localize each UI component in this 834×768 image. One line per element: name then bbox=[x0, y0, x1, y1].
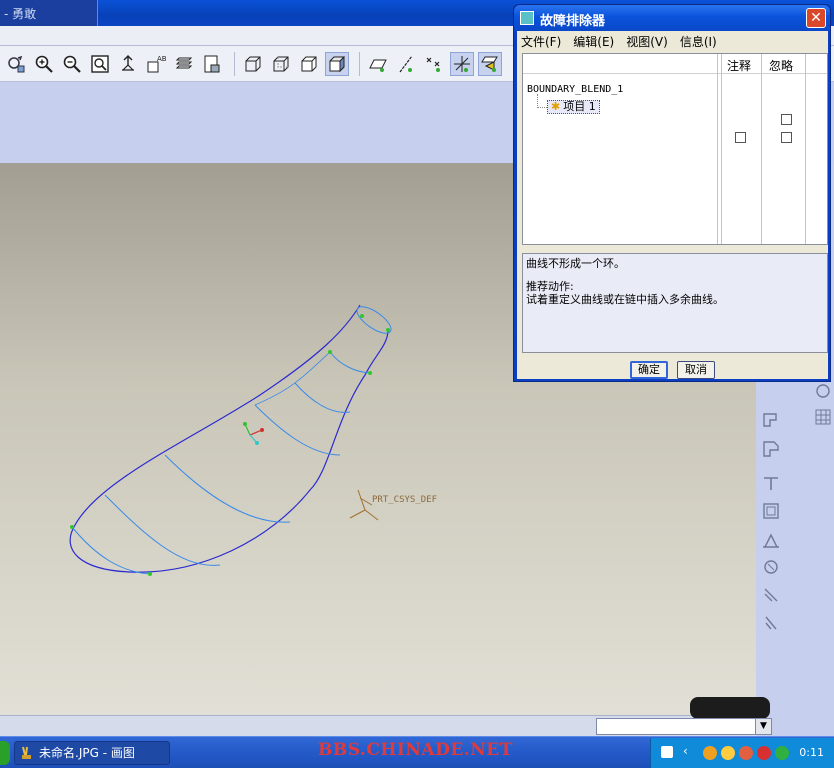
annotation-display-icon[interactable]: AB bbox=[144, 52, 168, 76]
hidden-line-icon[interactable] bbox=[269, 52, 293, 76]
dialog-body: 文件(F) 编辑(E) 视图(V) 信息(I) 注释 忽略 BOUNDARY_B… bbox=[517, 31, 828, 379]
vertex-point bbox=[70, 525, 74, 529]
tree-connector bbox=[537, 94, 547, 108]
zoom-out-icon[interactable] bbox=[60, 52, 84, 76]
zoom-fit-icon[interactable] bbox=[88, 52, 112, 76]
toolbar-separator bbox=[359, 51, 360, 76]
hole-tool-icon[interactable] bbox=[760, 472, 782, 494]
dialog-app-icon bbox=[520, 11, 534, 25]
tree-child-label: 项目 1 bbox=[563, 100, 596, 113]
security-icon[interactable] bbox=[775, 746, 789, 760]
svg-text:AB: AB bbox=[157, 55, 166, 63]
taskbar: 未命名.JPG - 画图 BBS.CHINADE.NET ‹ 0:11 bbox=[0, 736, 834, 768]
cancel-button[interactable]: 取消 bbox=[677, 361, 715, 379]
section-curve bbox=[71, 526, 151, 575]
pattern-tool-icon[interactable] bbox=[760, 584, 782, 606]
user-icon[interactable] bbox=[739, 746, 753, 760]
menu-edit[interactable]: 编辑(E) bbox=[573, 33, 614, 51]
ok-button[interactable]: 确定 bbox=[630, 361, 668, 379]
ignore-checkbox-item[interactable] bbox=[781, 132, 792, 143]
datum-planes-icon[interactable] bbox=[366, 52, 390, 76]
saved-views-icon[interactable] bbox=[200, 52, 224, 76]
datum-points-icon[interactable] bbox=[422, 52, 446, 76]
vertex-point bbox=[386, 328, 390, 332]
rib-tool-icon[interactable] bbox=[760, 530, 782, 552]
taskbar-item-label: 未命名.JPG - 画图 bbox=[39, 746, 135, 760]
shield-icon[interactable] bbox=[757, 746, 771, 760]
close-icon[interactable]: ✕ bbox=[806, 8, 826, 28]
recommended-action-heading: 推荐动作: bbox=[526, 280, 574, 293]
shading-icon[interactable] bbox=[325, 51, 349, 76]
section-curve bbox=[254, 351, 331, 406]
dialog-menubar: 文件(F) 编辑(E) 视图(V) 信息(I) bbox=[521, 33, 729, 51]
window-title: - 勇敢 bbox=[4, 7, 37, 21]
section-curve bbox=[254, 404, 341, 456]
column-divider bbox=[717, 54, 718, 244]
top-section-curve bbox=[356, 306, 392, 334]
feature-toolbar bbox=[756, 380, 834, 736]
menu-info[interactable]: 信息(I) bbox=[680, 33, 717, 51]
messenger-icon[interactable] bbox=[721, 746, 735, 760]
section-curve bbox=[294, 382, 351, 413]
clock: 0:11 bbox=[799, 746, 824, 759]
datum-axes-icon[interactable] bbox=[394, 52, 418, 76]
keyboard-icon[interactable] bbox=[661, 746, 673, 758]
column-header-ignore[interactable]: 忽略 bbox=[769, 57, 793, 74]
dialog-titlebar[interactable]: 故障排除器 ✕ bbox=[514, 5, 830, 31]
system-tray: ‹ 0:11 bbox=[650, 738, 834, 768]
boundary-curve bbox=[69, 304, 389, 573]
shell-tool-icon[interactable] bbox=[760, 500, 782, 522]
warning-star-icon: ✱ bbox=[551, 100, 561, 113]
troubleshooter-dialog: 故障排除器 ✕ 文件(F) 编辑(E) 视图(V) 信息(I) 注释 忽略 BO… bbox=[513, 4, 831, 382]
csys-icon[interactable] bbox=[450, 51, 474, 76]
previous-window-tab[interactable]: - 勇敢 bbox=[0, 0, 98, 26]
column-divider bbox=[721, 54, 722, 244]
message-line: 曲线不形成一个环。 bbox=[526, 257, 625, 270]
tree-child-item[interactable]: ✱ 项目 1 bbox=[547, 100, 600, 114]
vertex-point bbox=[360, 314, 364, 318]
csys-selected-icon[interactable] bbox=[478, 51, 502, 76]
chamfer-tool-icon[interactable] bbox=[760, 438, 782, 460]
qq-icon[interactable] bbox=[703, 746, 717, 760]
vertex-point bbox=[328, 350, 332, 354]
column-header-note[interactable]: 注释 bbox=[727, 57, 751, 74]
repaint-icon[interactable] bbox=[4, 52, 28, 76]
tooltip-bubble bbox=[690, 697, 770, 719]
note-checkbox-item[interactable] bbox=[735, 132, 746, 143]
draft-tool-icon[interactable] bbox=[760, 556, 782, 578]
column-divider bbox=[805, 54, 806, 244]
spin-center-marker bbox=[243, 422, 264, 445]
round-tool-icon[interactable] bbox=[760, 410, 782, 432]
column-divider bbox=[761, 54, 762, 244]
chevron-left-icon[interactable]: ‹ bbox=[683, 744, 688, 758]
wireframe-icon[interactable] bbox=[241, 52, 265, 76]
menu-view[interactable]: 视图(V) bbox=[626, 33, 668, 51]
section-curve bbox=[329, 351, 371, 374]
csys-label: PRT_CSYS_DEF bbox=[372, 495, 438, 505]
dialog-title: 故障排除器 bbox=[540, 14, 606, 29]
start-button[interactable] bbox=[0, 741, 10, 765]
mirror-tool-icon[interactable] bbox=[760, 612, 782, 634]
section-curve bbox=[104, 494, 221, 566]
section-curve bbox=[164, 454, 291, 523]
vertex-point bbox=[368, 371, 372, 375]
menu-file[interactable]: 文件(F) bbox=[521, 33, 561, 51]
message-pane: 曲线不形成一个环。 推荐动作: 试着重定义曲线或在链中插入多余曲线。 bbox=[522, 253, 828, 353]
spin-center-icon[interactable] bbox=[116, 52, 140, 76]
filter-select[interactable]: ▼ bbox=[596, 718, 772, 735]
recommended-action-text: 试着重定义曲线或在链中插入多余曲线。 bbox=[526, 293, 724, 306]
layers-icon[interactable] bbox=[172, 52, 196, 76]
chevron-down-icon[interactable]: ▼ bbox=[755, 719, 771, 734]
taskbar-item-paint[interactable]: 未命名.JPG - 画图 bbox=[14, 741, 170, 765]
vertex-point bbox=[148, 572, 152, 576]
no-hidden-icon[interactable] bbox=[297, 52, 321, 76]
zoom-in-icon[interactable] bbox=[32, 52, 56, 76]
paint-app-icon bbox=[22, 746, 31, 759]
ignore-checkbox-root[interactable] bbox=[781, 114, 792, 125]
sketch-tool-icon[interactable] bbox=[812, 380, 834, 402]
item-tree[interactable]: 注释 忽略 BOUNDARY_BLEND_1 ✱ 项目 1 bbox=[522, 53, 828, 245]
watermark-text: BBS.CHINADE.NET bbox=[318, 740, 513, 760]
grid-tool-icon[interactable] bbox=[812, 406, 834, 428]
toolbar-separator bbox=[234, 51, 235, 76]
